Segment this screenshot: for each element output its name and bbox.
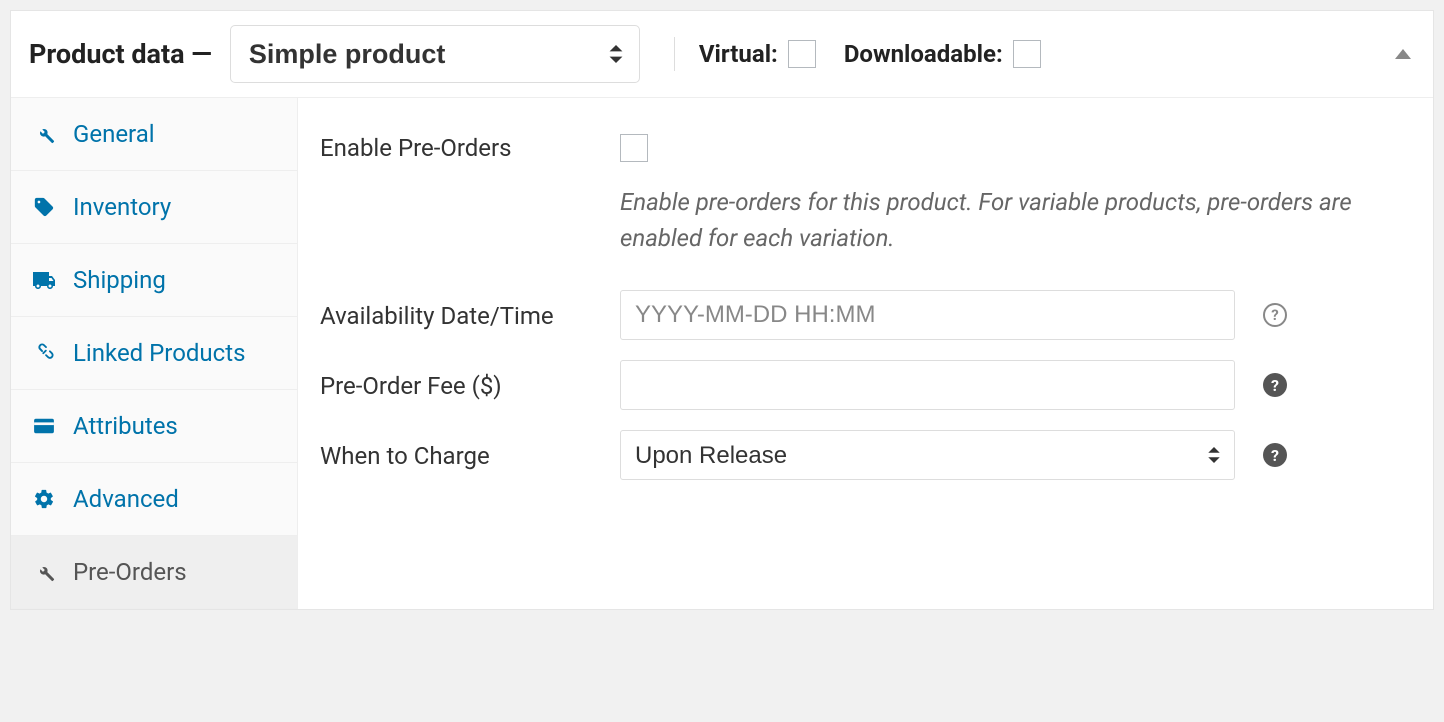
tab-label: Advanced: [73, 485, 179, 513]
panel-header: Product data — Simple product Virtual: D…: [11, 11, 1433, 98]
tab-label: Inventory: [73, 193, 171, 221]
wrench-icon: [31, 121, 57, 147]
when-to-charge-select[interactable]: Upon Release: [620, 430, 1235, 480]
enable-pre-orders-description: Enable pre-orders for this product. For …: [620, 184, 1390, 256]
separator: [674, 37, 675, 71]
availability-label: Availability Date/Time: [320, 290, 620, 330]
wrench-icon: [31, 559, 57, 585]
virtual-label: Virtual:: [699, 40, 778, 68]
collapse-toggle[interactable]: [1395, 49, 1411, 59]
tabs-sidebar: General Inventory Shipping Linked Produc…: [11, 98, 298, 609]
product-data-panel: Product data — Simple product Virtual: D…: [10, 10, 1434, 610]
row-when-to-charge: When to Charge Upon Release ?: [320, 430, 1411, 480]
tab-general[interactable]: General: [11, 98, 297, 171]
tab-attributes[interactable]: Attributes: [11, 390, 297, 463]
when-to-charge-label: When to Charge: [320, 430, 620, 470]
downloadable-checkbox[interactable]: [1013, 40, 1041, 68]
panel-body: General Inventory Shipping Linked Produc…: [11, 98, 1433, 609]
card-icon: [31, 413, 57, 439]
pre-order-fee-label: Pre-Order Fee ($): [320, 360, 620, 400]
link-icon: [31, 340, 57, 366]
tab-inventory[interactable]: Inventory: [11, 171, 297, 244]
gear-icon: [31, 486, 57, 512]
help-icon[interactable]: ?: [1263, 303, 1287, 327]
tab-advanced[interactable]: Advanced: [11, 463, 297, 536]
tab-linked-products[interactable]: Linked Products: [11, 317, 297, 390]
virtual-checkbox[interactable]: [788, 40, 816, 68]
product-type-select[interactable]: Simple product: [230, 25, 640, 83]
tab-label: Pre-Orders: [73, 558, 187, 586]
help-icon[interactable]: ?: [1263, 373, 1287, 397]
row-availability: Availability Date/Time ?: [320, 290, 1411, 340]
row-pre-order-fee: Pre-Order Fee ($) ?: [320, 360, 1411, 410]
tab-label: Linked Products: [73, 339, 245, 367]
row-enable-pre-orders: Enable Pre-Orders Enable pre-orders for …: [320, 122, 1411, 256]
enable-pre-orders-checkbox[interactable]: [620, 134, 648, 162]
help-icon[interactable]: ?: [1263, 443, 1287, 467]
tab-pre-orders[interactable]: Pre-Orders: [11, 536, 297, 609]
tab-label: Shipping: [73, 266, 166, 294]
tab-label: Attributes: [73, 412, 178, 440]
tab-shipping[interactable]: Shipping: [11, 244, 297, 317]
pre-order-fee-input[interactable]: [620, 360, 1235, 410]
enable-pre-orders-label: Enable Pre-Orders: [320, 122, 620, 162]
truck-icon: [31, 267, 57, 293]
availability-input[interactable]: [620, 290, 1235, 340]
panel-title: Product data —: [29, 38, 212, 70]
tab-label: General: [73, 120, 155, 148]
tag-icon: [31, 194, 57, 220]
tab-content: Enable Pre-Orders Enable pre-orders for …: [298, 98, 1433, 609]
downloadable-label: Downloadable:: [844, 40, 1003, 68]
